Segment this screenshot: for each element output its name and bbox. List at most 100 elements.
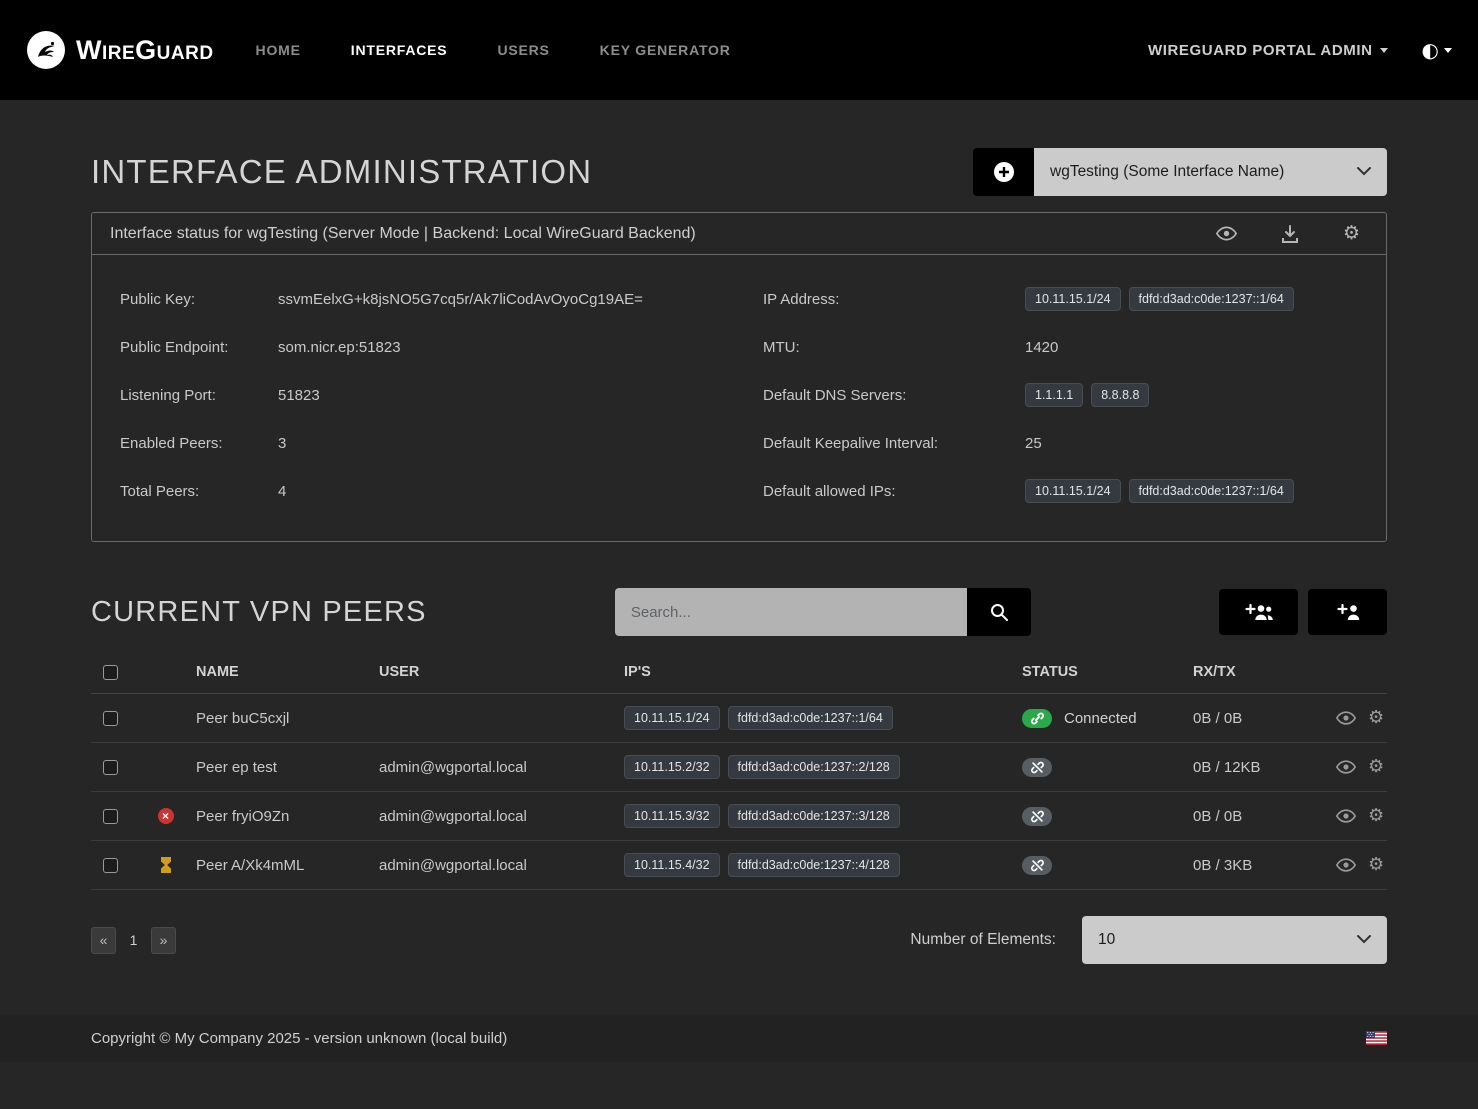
peer-name: Peer A/Xk4mML (196, 857, 379, 874)
chevron-down-icon (1357, 163, 1371, 181)
mtu-value: 1420 (1025, 339, 1358, 356)
elements-select[interactable]: 10 (1082, 916, 1387, 964)
ip-badge: fdfd:d3ad:c0de:1237::1/64 (1129, 287, 1294, 311)
field-dns-servers: Default DNS Servers: 1.1.1.1 8.8.8.8 (763, 371, 1358, 419)
field-label: Public Endpoint: (120, 339, 278, 356)
top-navbar: WireGuard HOME INTERFACES USERS KEY GENE… (0, 0, 1478, 100)
elements-select-value: 10 (1098, 931, 1115, 949)
peer-rxtx: 0B / 12KB (1193, 759, 1336, 776)
search-input[interactable] (615, 588, 967, 636)
view-peer-button[interactable] (1336, 760, 1356, 774)
field-label: Default DNS Servers: (763, 387, 1025, 404)
gear-icon: ⚙ (1368, 758, 1384, 776)
peer-rxtx: 0B / 3KB (1193, 857, 1336, 874)
user-menu-label: WIREGUARD PORTAL ADMIN (1148, 42, 1373, 59)
gear-icon: ⚙ (1343, 224, 1360, 243)
peer-status-cell (1022, 856, 1193, 875)
table-row[interactable]: Peer buC5cxjl 10.11.15.1/24 fdfd:d3ad:c0… (91, 694, 1387, 743)
add-peer-button[interactable] (1308, 589, 1387, 635)
footer: Copyright © My Company 2025 - version un… (0, 1014, 1478, 1062)
nav-item-key-generator[interactable]: KEY GENERATOR (600, 42, 731, 58)
field-listening-port: Listening Port: 51823 (120, 371, 739, 419)
peer-table: NAME USER IP'S STATUS RX/TX Peer buC5cxj… (91, 658, 1387, 890)
table-row[interactable]: × Peer fryiO9Zn admin@wgportal.local 10.… (91, 792, 1387, 841)
add-interface-button[interactable] (973, 148, 1034, 196)
column-header-rxtx[interactable]: RX/TX (1193, 664, 1336, 680)
ip-badge: 10.11.15.1/24 (624, 706, 720, 730)
public-endpoint-value: som.nicr.ep:51823 (278, 339, 739, 356)
ip-badge: 10.11.15.1/24 (1025, 479, 1121, 503)
row-checkbox[interactable] (103, 760, 118, 775)
nav-item-home[interactable]: HOME (256, 42, 301, 58)
nav-item-users[interactable]: USERS (497, 42, 549, 58)
download-config-button[interactable] (1281, 225, 1299, 243)
view-peer-button[interactable] (1336, 711, 1356, 725)
peer-ip-badges: 10.11.15.4/32 fdfd:d3ad:c0de:1237::4/128 (624, 853, 1022, 877)
field-label: MTU: (763, 339, 1025, 356)
brand-text: WireGuard (76, 35, 214, 66)
nav-item-interfaces[interactable]: INTERFACES (351, 42, 448, 58)
peer-settings-button[interactable]: ⚙ (1368, 807, 1384, 825)
peer-actions: ⚙ (1336, 807, 1384, 825)
row-flag-cell: × (135, 808, 196, 824)
add-users-icon (1244, 603, 1274, 621)
table-row[interactable]: Peer A/Xk4mML admin@wgportal.local 10.11… (91, 841, 1387, 890)
column-header-status[interactable]: STATUS (1022, 664, 1193, 680)
elements-group: Number of Elements: 10 (910, 916, 1387, 964)
pagination-page-1[interactable]: 1 (121, 927, 146, 954)
peer-settings-button[interactable]: ⚙ (1368, 709, 1384, 727)
enabled-peers-value: 3 (278, 435, 739, 452)
column-header-name[interactable]: NAME (196, 664, 379, 680)
row-checkbox[interactable] (103, 858, 118, 873)
peer-user: admin@wgportal.local (379, 759, 624, 776)
gear-icon: ⚙ (1368, 709, 1384, 727)
peer-ip-badges: 10.11.15.3/32 fdfd:d3ad:c0de:1237::3/128 (624, 804, 1022, 828)
table-row[interactable]: Peer ep test admin@wgportal.local 10.11.… (91, 743, 1387, 792)
pagination-next-button[interactable]: » (151, 927, 176, 954)
view-peer-button[interactable] (1336, 858, 1356, 872)
brand[interactable]: WireGuard (26, 30, 214, 70)
field-keepalive: Default Keepalive Interval: 25 (763, 419, 1358, 467)
gear-icon: ⚙ (1368, 856, 1384, 874)
interface-select[interactable]: wgTesting (Some Interface Name) (1034, 148, 1387, 196)
peer-settings-button[interactable]: ⚙ (1368, 758, 1384, 776)
language-selector[interactable] (1366, 1031, 1387, 1045)
column-header-user[interactable]: USER (379, 664, 624, 680)
view-config-button[interactable] (1216, 226, 1237, 241)
pagination-prev-button[interactable]: « (91, 927, 116, 954)
ip-badge: fdfd:d3ad:c0de:1237::3/128 (728, 804, 900, 828)
row-checkbox[interactable] (103, 711, 118, 726)
keepalive-value: 25 (1025, 435, 1358, 452)
eye-icon (1336, 711, 1356, 725)
interface-settings-button[interactable]: ⚙ (1343, 224, 1360, 243)
ip-badge: 10.11.15.1/24 (1025, 287, 1121, 311)
ip-badges: 10.11.15.1/24 fdfd:d3ad:c0de:1237::1/64 (1025, 287, 1358, 311)
row-checkbox-cell (91, 858, 135, 873)
navbar-right: WIREGUARD PORTAL ADMIN ◐ (1148, 38, 1452, 62)
theme-toggle-dropdown[interactable]: ◐ (1422, 38, 1452, 62)
add-multiple-peers-button[interactable] (1219, 589, 1298, 635)
dns-badge: 1.1.1.1 (1025, 383, 1083, 407)
interface-select-group: wgTesting (Some Interface Name) (973, 148, 1387, 196)
add-user-icon (1336, 603, 1360, 621)
us-flag-icon (1366, 1031, 1387, 1045)
table-header-row: NAME USER IP'S STATUS RX/TX (91, 658, 1387, 694)
nav-links: HOME INTERFACES USERS KEY GENERATOR (256, 42, 731, 58)
public-key-value: ssvmEelxG+k8jsNO5G7cq5r/Ak7liCodAvOyoCg1… (278, 291, 739, 308)
row-checkbox[interactable] (103, 809, 118, 824)
peers-section-title: CURRENT VPN PEERS (91, 596, 427, 629)
view-peer-button[interactable] (1336, 809, 1356, 823)
select-all-checkbox[interactable] (103, 665, 118, 680)
search-button[interactable] (967, 588, 1031, 636)
peer-settings-button[interactable]: ⚙ (1368, 856, 1384, 874)
peer-ip-badges: 10.11.15.1/24 fdfd:d3ad:c0de:1237::1/64 (624, 706, 1022, 730)
user-menu-dropdown[interactable]: WIREGUARD PORTAL ADMIN (1148, 42, 1388, 59)
column-header-ips[interactable]: IP'S (624, 664, 1022, 680)
plus-circle-icon (993, 161, 1015, 183)
row-checkbox-cell (91, 760, 135, 775)
field-mtu: MTU: 1420 (763, 323, 1358, 371)
dns-badge: 8.8.8.8 (1091, 383, 1149, 407)
peer-status-cell: Connected (1022, 709, 1193, 728)
disconnected-icon (1022, 856, 1052, 875)
row-flag-cell (135, 857, 196, 873)
